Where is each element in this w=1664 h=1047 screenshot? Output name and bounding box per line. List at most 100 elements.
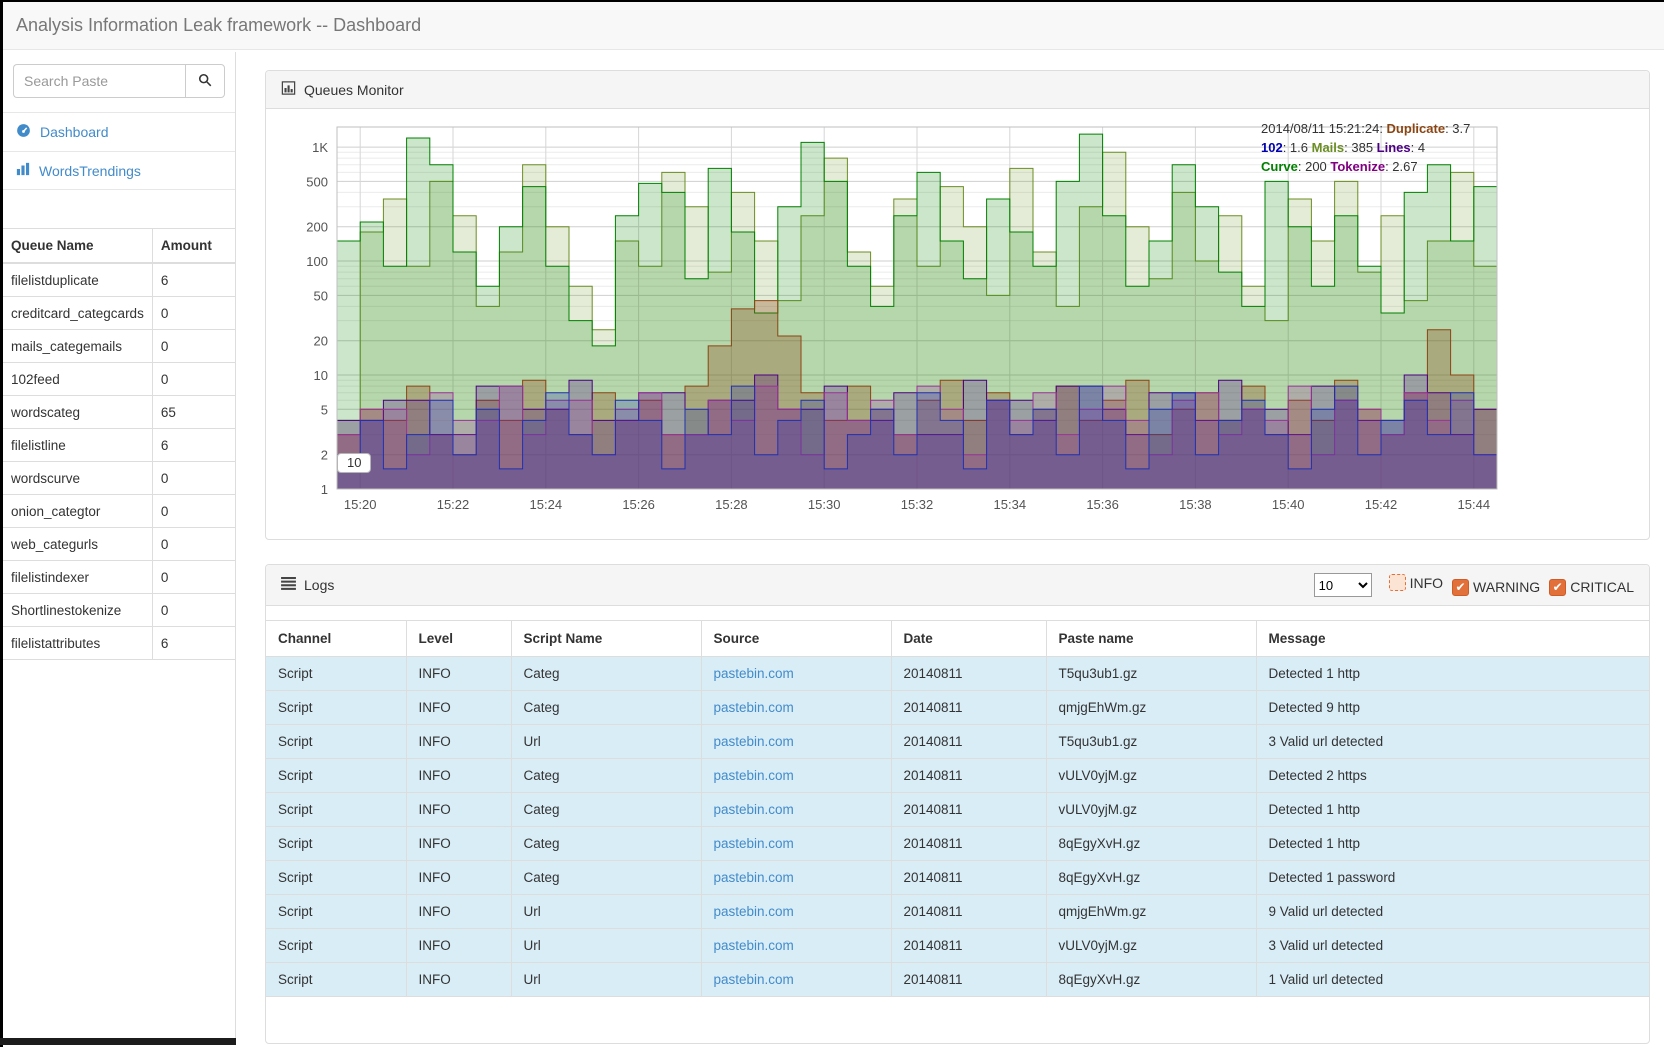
log-row: ScriptINFOCategpastebin.com20140811vULV0… bbox=[266, 793, 1649, 827]
queue-row: onion_categtor0 bbox=[3, 495, 235, 528]
log-script: Categ bbox=[511, 691, 701, 725]
log-count-select[interactable]: 10 bbox=[1314, 573, 1372, 597]
source-link[interactable]: pastebin.com bbox=[714, 768, 794, 783]
legend-line: 2014/08/11 15:21:24: Duplicate: 3.7 bbox=[1261, 119, 1470, 138]
log-channel: Script bbox=[266, 793, 406, 827]
queue-amount: 0 bbox=[152, 462, 235, 495]
source-link[interactable]: pastebin.com bbox=[714, 904, 794, 919]
log-message: 9 Valid url detected bbox=[1256, 895, 1649, 929]
filter-checkbox-critical[interactable]: ✔ bbox=[1549, 579, 1566, 596]
search-icon bbox=[198, 73, 212, 90]
queue-amount: 6 bbox=[152, 429, 235, 462]
log-message: 3 Valid url detected bbox=[1256, 929, 1649, 963]
log-paste: T5qu3ub1.gz bbox=[1046, 657, 1256, 691]
log-paste: vULV0yjM.gz bbox=[1046, 759, 1256, 793]
logs-panel-heading: Logs 10 INFO✔WARNING✔CRITICAL bbox=[266, 565, 1649, 606]
log-message: Detected 2 https bbox=[1256, 759, 1649, 793]
log-channel: Script bbox=[266, 861, 406, 895]
gauge-icon bbox=[16, 123, 31, 141]
log-message: Detected 1 http bbox=[1256, 827, 1649, 861]
logs-panel: Logs 10 INFO✔WARNING✔CRITICAL Channel Le… bbox=[265, 564, 1650, 1044]
legend-line: 102: 1.6 Mails: 385 Lines: 4 bbox=[1261, 138, 1470, 157]
queues-chart[interactable]: 1251020501002005001K15:2015:2215:2415:26… bbox=[281, 121, 1634, 532]
log-script: Categ bbox=[511, 657, 701, 691]
log-paste: qmjgEhWm.gz bbox=[1046, 691, 1256, 725]
log-paste: T5qu3ub1.gz bbox=[1046, 725, 1256, 759]
svg-text:200: 200 bbox=[306, 220, 328, 235]
queue-amount: 0 bbox=[152, 528, 235, 561]
log-date: 20140811 bbox=[891, 657, 1046, 691]
log-source: pastebin.com bbox=[701, 929, 891, 963]
sidebar-item-wordstrendings[interactable]: WordsTrendings bbox=[3, 152, 235, 190]
svg-text:1K: 1K bbox=[312, 140, 328, 155]
queue-amount: 0 bbox=[152, 330, 235, 363]
source-link[interactable]: pastebin.com bbox=[714, 870, 794, 885]
legend-line: Curve: 200 Tokenize: 2.67 bbox=[1261, 157, 1470, 176]
log-source: pastebin.com bbox=[701, 691, 891, 725]
logs-table-header-row: Channel Level Script Name Source Date Pa… bbox=[266, 621, 1649, 657]
queue-name: filelistduplicate bbox=[3, 263, 152, 297]
log-paste: 8qEgyXvH.gz bbox=[1046, 963, 1256, 997]
filter-checkbox-warning[interactable]: ✔ bbox=[1452, 579, 1469, 596]
svg-text:15:34: 15:34 bbox=[994, 497, 1027, 512]
logs-controls: 10 INFO✔WARNING✔CRITICAL bbox=[1314, 573, 1634, 597]
logs-header-level: Level bbox=[406, 621, 511, 657]
svg-text:100: 100 bbox=[306, 254, 328, 269]
log-level: INFO bbox=[406, 657, 511, 691]
source-link[interactable]: pastebin.com bbox=[714, 836, 794, 851]
svg-text:15:42: 15:42 bbox=[1365, 497, 1398, 512]
bar-chart-icon bbox=[281, 81, 296, 98]
log-date: 20140811 bbox=[891, 963, 1046, 997]
log-message: Detected 1 http bbox=[1256, 657, 1649, 691]
svg-text:15:44: 15:44 bbox=[1458, 497, 1491, 512]
svg-text:15:24: 15:24 bbox=[530, 497, 563, 512]
log-date: 20140811 bbox=[891, 759, 1046, 793]
log-level: INFO bbox=[406, 895, 511, 929]
log-channel: Script bbox=[266, 725, 406, 759]
svg-text:15:40: 15:40 bbox=[1272, 497, 1305, 512]
search-button[interactable] bbox=[185, 64, 225, 98]
log-paste: 8qEgyXvH.gz bbox=[1046, 827, 1256, 861]
log-source: pastebin.com bbox=[701, 963, 891, 997]
queues-panel-body: 1251020501002005001K15:2015:2215:2415:26… bbox=[266, 109, 1649, 539]
log-paste: 8qEgyXvH.gz bbox=[1046, 861, 1256, 895]
queue-name: 102feed bbox=[3, 363, 152, 396]
logs-table: Channel Level Script Name Source Date Pa… bbox=[266, 620, 1649, 997]
queue-row: filelistindexer0 bbox=[3, 561, 235, 594]
search-input[interactable] bbox=[13, 64, 185, 98]
source-link[interactable]: pastebin.com bbox=[714, 700, 794, 715]
svg-text:15:38: 15:38 bbox=[1179, 497, 1212, 512]
logs-header-channel: Channel bbox=[266, 621, 406, 657]
queues-monitor-panel: Queues Monitor 1251020501002005001K15:20… bbox=[265, 70, 1650, 540]
log-row: ScriptINFOCateg pastebin.com 20140811T5qu3… bbox=[266, 657, 1649, 691]
queues-panel-heading: Queues Monitor bbox=[266, 71, 1649, 109]
log-script: Url bbox=[511, 963, 701, 997]
sidebar-footer-bar bbox=[0, 1038, 236, 1045]
queue-name: wordscateg bbox=[3, 396, 152, 429]
log-channel: Script bbox=[266, 929, 406, 963]
queue-row: wordscateg65 bbox=[3, 396, 235, 429]
svg-text:15:36: 15:36 bbox=[1086, 497, 1119, 512]
source-link[interactable]: pastebin.com bbox=[714, 666, 794, 681]
log-date: 20140811 bbox=[891, 861, 1046, 895]
queue-table: Queue Name Amount filelistduplicate6cred… bbox=[3, 228, 235, 660]
sidebar-item-dashboard[interactable]: Dashboard bbox=[3, 112, 235, 152]
source-link[interactable]: pastebin.com bbox=[714, 734, 794, 749]
queue-row: filelistattributes6 bbox=[3, 627, 235, 660]
filter-checkbox-info[interactable] bbox=[1389, 574, 1406, 591]
log-channel: Script bbox=[266, 657, 406, 691]
log-script: Url bbox=[511, 725, 701, 759]
sidebar: Dashboard WordsTrendings Queue Name Amou… bbox=[3, 52, 236, 1045]
source-link[interactable]: pastebin.com bbox=[714, 972, 794, 987]
filter-label: INFO bbox=[1410, 575, 1443, 591]
log-channel: Script bbox=[266, 691, 406, 725]
log-level: INFO bbox=[406, 929, 511, 963]
queue-name: filelistattributes bbox=[3, 627, 152, 660]
queue-amount: 0 bbox=[152, 561, 235, 594]
filter-label: WARNING bbox=[1473, 579, 1540, 595]
queue-amount: 0 bbox=[152, 297, 235, 330]
queue-table-header-amount: Amount bbox=[152, 229, 235, 264]
svg-text:15:22: 15:22 bbox=[437, 497, 470, 512]
source-link[interactable]: pastebin.com bbox=[714, 938, 794, 953]
source-link[interactable]: pastebin.com bbox=[714, 802, 794, 817]
